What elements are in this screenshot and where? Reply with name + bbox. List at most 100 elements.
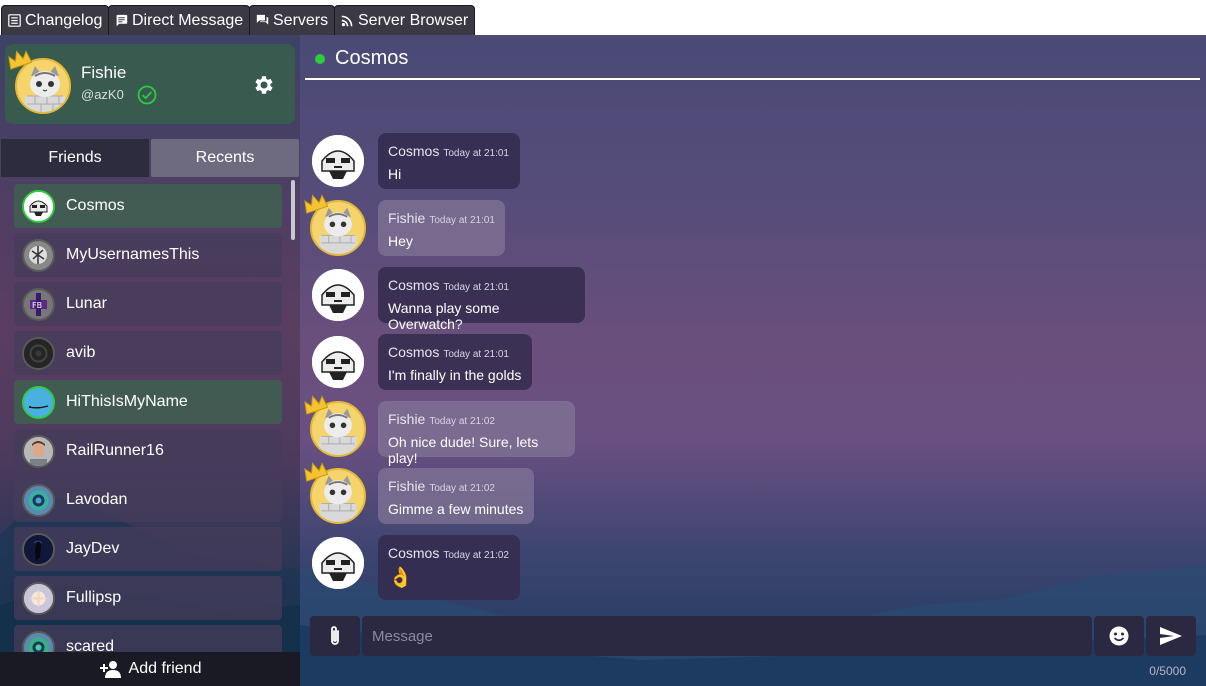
message-item: Fishie Today at 21:02 Gimme a few minutes bbox=[304, 462, 905, 526]
smiley-icon bbox=[1109, 626, 1129, 646]
send-button[interactable] bbox=[1146, 616, 1196, 656]
chat-title: Cosmos bbox=[335, 47, 409, 69]
friend-list-scrollbar[interactable] bbox=[291, 180, 295, 240]
message-timestamp: Today at 21:01 bbox=[443, 349, 509, 360]
message-item: Fishie Today at 21:02 Oh nice dude! Sure,… bbox=[304, 395, 905, 466]
person-avatar-icon bbox=[24, 437, 53, 466]
ring-avatar-icon bbox=[24, 486, 53, 515]
message-author: Fishie bbox=[388, 210, 426, 226]
message-bubble: Cosmos Today at 21:01 Hi bbox=[378, 133, 520, 189]
friend-item-lunar[interactable]: FB Lunar bbox=[14, 282, 282, 326]
message-text: Gimme a few minutes bbox=[388, 501, 524, 517]
message-input[interactable] bbox=[362, 616, 1092, 656]
dark-avatar-icon bbox=[24, 339, 53, 368]
message-author: Fishie bbox=[388, 411, 426, 427]
tab-label: Servers bbox=[273, 11, 329, 29]
message-item: Fishie Today at 21:01 Hey bbox=[304, 194, 905, 258]
avatar[interactable] bbox=[312, 336, 364, 388]
add-friend-label: Add friend bbox=[128, 660, 202, 677]
friend-item-railrunner16[interactable]: RailRunner16 bbox=[14, 429, 282, 473]
message-text: I'm finally in the golds bbox=[388, 367, 522, 383]
tab-direct-message[interactable]: Direct Message bbox=[108, 5, 251, 35]
message-item: Cosmos Today at 21:01 Hi bbox=[305, 133, 905, 191]
friend-item-lavodan[interactable]: Lavodan bbox=[14, 478, 282, 522]
friend-item-jaydev[interactable]: JayDev bbox=[14, 527, 282, 571]
friend-item-scared[interactable]: scared bbox=[14, 625, 282, 654]
tab-friends[interactable]: Friends bbox=[1, 139, 149, 177]
tab-label: Changelog bbox=[25, 11, 103, 29]
stormtrooper-avatar-icon bbox=[312, 537, 364, 589]
avatar bbox=[22, 239, 55, 272]
online-status-dot bbox=[315, 54, 325, 64]
friend-name: Lunar bbox=[66, 295, 107, 312]
crown-icon bbox=[304, 462, 328, 482]
avatar bbox=[22, 435, 55, 468]
character-counter: 0/5000 bbox=[1149, 664, 1186, 678]
friend-item-cosmos[interactable]: Cosmos bbox=[14, 184, 282, 228]
avatar: FB bbox=[22, 288, 55, 321]
avatar bbox=[22, 631, 55, 654]
sketch-avatar-icon bbox=[24, 241, 53, 270]
stormtrooper-avatar-icon bbox=[312, 135, 364, 187]
friend-item-fullipsp[interactable]: Fullipsp bbox=[14, 576, 282, 620]
message-item: Cosmos Today at 21:02 👌 bbox=[305, 535, 905, 600]
gear-icon[interactable] bbox=[251, 73, 275, 97]
chat-header: Cosmos bbox=[305, 44, 1200, 80]
avatar[interactable] bbox=[312, 269, 364, 321]
message-author: Cosmos bbox=[388, 277, 440, 293]
add-person-icon bbox=[99, 661, 121, 678]
avatar[interactable] bbox=[312, 537, 364, 589]
profile-handle: @azK0 bbox=[81, 87, 124, 102]
message-bubble: Cosmos Today at 21:01 Wanna play some Ove… bbox=[378, 267, 585, 332]
message-timestamp: Today at 21:02 bbox=[429, 416, 495, 427]
message-text: Hi bbox=[388, 166, 402, 182]
stormtrooper-avatar-icon bbox=[312, 336, 364, 388]
crown-icon bbox=[304, 395, 328, 415]
avatar bbox=[22, 386, 55, 419]
avatar bbox=[22, 582, 55, 615]
stormtrooper-avatar-icon bbox=[312, 269, 364, 321]
message-bubble: Fishie Today at 21:02 Oh nice dude! Sure,… bbox=[378, 401, 575, 466]
message-bubble: Cosmos Today at 21:01 I'm finally in the … bbox=[378, 334, 532, 390]
message-timestamp: Today at 21:01 bbox=[429, 215, 495, 226]
avatar[interactable] bbox=[312, 135, 364, 187]
message-item: Cosmos Today at 21:01 I'm finally in the … bbox=[305, 334, 905, 392]
tab-changelog[interactable]: Changelog bbox=[1, 5, 110, 35]
message-author: Cosmos bbox=[388, 344, 440, 360]
rss-icon bbox=[341, 15, 353, 27]
message-bubble: Fishie Today at 21:02 Gimme a few minutes bbox=[378, 468, 534, 524]
friend-name: RailRunner16 bbox=[66, 442, 164, 459]
svg-text:FB: FB bbox=[32, 301, 42, 310]
attach-button[interactable] bbox=[310, 616, 360, 656]
send-icon bbox=[1160, 627, 1182, 645]
avatar bbox=[22, 484, 55, 517]
face-avatar-icon bbox=[24, 388, 53, 417]
avatar bbox=[22, 533, 55, 566]
add-friend-button[interactable]: Add friend bbox=[0, 652, 300, 686]
sparkle-avatar-icon bbox=[24, 584, 53, 613]
friend-item-avib[interactable]: avib bbox=[14, 331, 282, 375]
message-text: Hey bbox=[388, 233, 413, 249]
verified-check-icon bbox=[137, 85, 157, 105]
message-timestamp: Today at 21:02 bbox=[429, 483, 495, 494]
avatar bbox=[22, 190, 55, 223]
ring-avatar-icon bbox=[24, 633, 53, 654]
tab-label: Server Browser bbox=[358, 11, 469, 29]
message-text: Oh nice dude! Sure, lets play! bbox=[388, 434, 539, 466]
emoji-button[interactable] bbox=[1094, 616, 1144, 656]
friend-item-hithisismyname[interactable]: HiThisIsMyName bbox=[14, 380, 282, 424]
tab-servers[interactable]: Servers bbox=[249, 5, 336, 35]
message-author: Cosmos bbox=[388, 143, 440, 159]
message-text: Wanna play some Overwatch? bbox=[388, 300, 500, 332]
logo-avatar-icon: FB bbox=[24, 290, 53, 319]
crown-icon bbox=[8, 50, 32, 70]
friend-name: avib bbox=[66, 344, 96, 361]
friend-list: Cosmos MyUsernamesThis FB Lunar avib HiT… bbox=[14, 184, 282, 654]
tab-server-browser[interactable]: Server Browser bbox=[334, 5, 476, 35]
message-timestamp: Today at 21:01 bbox=[443, 282, 509, 293]
friend-name: Fullipsp bbox=[66, 589, 122, 606]
friend-item-myusernamesthis[interactable]: MyUsernamesThis bbox=[14, 233, 282, 277]
message-bubble: Fishie Today at 21:01 Hey bbox=[378, 200, 505, 256]
tab-recents[interactable]: Recents bbox=[151, 139, 299, 177]
message-item: Cosmos Today at 21:01 Wanna play some Ove… bbox=[305, 267, 905, 332]
